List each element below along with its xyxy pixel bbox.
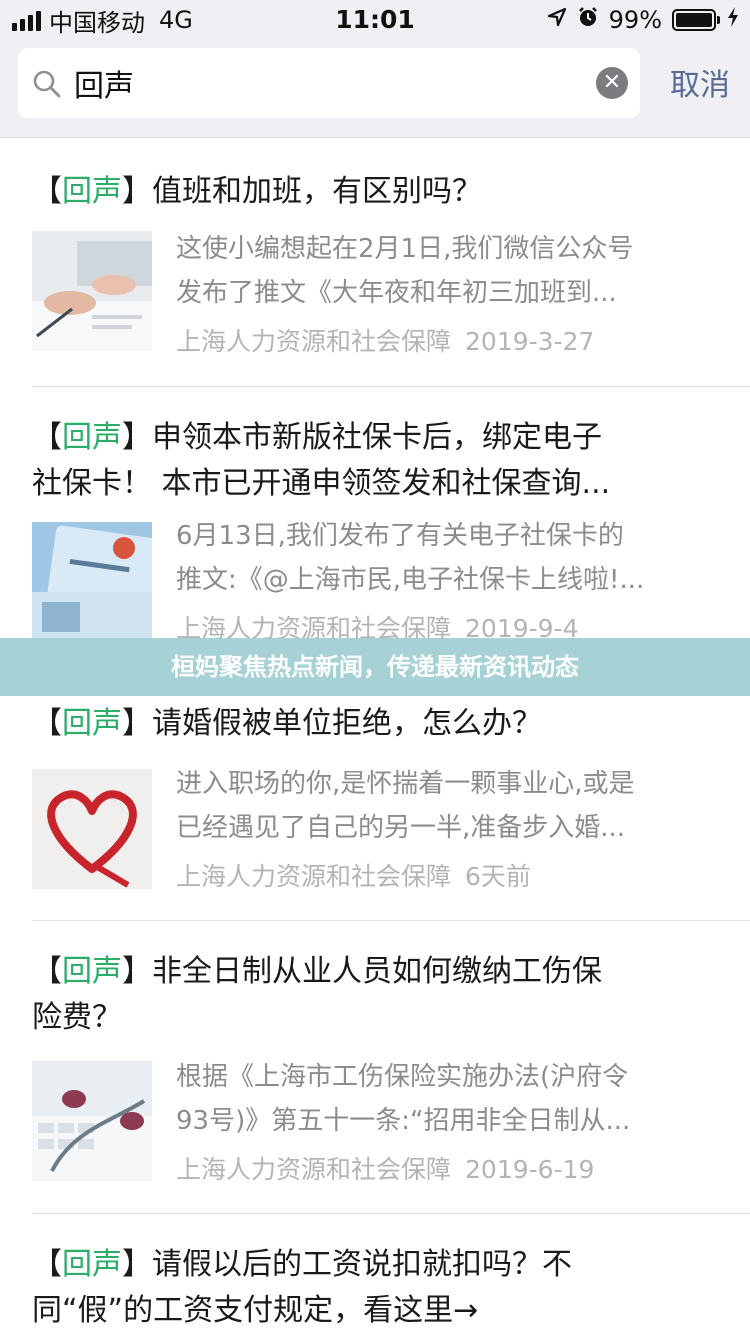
article-source: 上海人力资源和社会保障 <box>176 862 452 891</box>
search-input[interactable] <box>74 58 584 108</box>
overlay-banner: 桓妈聚焦热点新闻，传递最新资讯动态 <box>0 638 750 696</box>
article-title[interactable]: 【回声】非全日制从业人员如何缴纳工伤保 险费？ <box>32 949 722 1041</box>
article-summary: 根据《上海市工伤保险实施办法(沪府令 93号)》第五十一条:“招用非全日制从..… <box>176 1062 631 1136</box>
keyword-highlight: 回声 <box>62 420 122 455</box>
keyword-highlight: 回声 <box>62 954 122 989</box>
article-summary: 6月13日,我们发布了有关电子社保卡的 推文:《@上海市民,电子社保卡上线啦!.… <box>176 521 645 595</box>
article-meta: 上海人力资源和社会保障 2019-3-27 <box>176 322 594 358</box>
keyword-highlight: 回声 <box>62 706 122 741</box>
search-icon <box>32 69 62 99</box>
article-item[interactable]: 【回声】请假以后的工资说扣就扣吗？不 同“假”的工资支付规定，看这里→ <box>0 1214 750 1334</box>
article-thumbnail <box>32 231 152 351</box>
keyword-highlight: 回声 <box>62 174 122 209</box>
article-meta: 上海人力资源和社会保障 2019-6-19 <box>176 1150 594 1186</box>
status-right: 99% <box>547 6 740 34</box>
article-summary: 进入职场的你,是怀揣着一颗事业心,或是 已经遇见了自己的另一半,准备步入婚... <box>176 769 635 843</box>
article-source: 上海人力资源和社会保障 <box>176 327 452 356</box>
clear-icon[interactable]: ✕ <box>596 67 628 99</box>
article-title[interactable]: 【回声】请婚假被单位拒绝，怎么办？ <box>32 701 722 747</box>
article-summary: 这使小编想起在2月1日,我们微信公众号 发布了推文《大年夜和年初三加班到... <box>176 234 634 308</box>
article-title[interactable]: 【回声】请假以后的工资说扣就扣吗？不 同“假”的工资支付规定，看这里→ <box>32 1242 722 1334</box>
charging-icon <box>726 6 740 34</box>
article-date: 6天前 <box>465 862 531 891</box>
article-item[interactable]: 【回声】值班和加班，有区别吗？ 这使小编想起在2月1日,我们微信公众号 发布了推… <box>0 139 750 387</box>
article-item[interactable]: 【回声】申领本市新版社保卡后，绑定电子 社保卡！ 本市已开通申领签发和社保查询.… <box>0 387 750 673</box>
article-meta: 上海人力资源和社会保障 6天前 <box>176 857 531 893</box>
alarm-icon <box>577 6 599 34</box>
location-arrow-icon <box>547 7 567 33</box>
cancel-button[interactable]: 取消 <box>670 60 730 104</box>
article-thumbnail <box>32 522 152 642</box>
article-title[interactable]: 【回声】值班和加班，有区别吗？ <box>32 169 722 215</box>
article-thumbnail <box>32 1061 152 1181</box>
battery-level <box>676 13 712 27</box>
article-title[interactable]: 【回声】申领本市新版社保卡后，绑定电子 社保卡！ 本市已开通申领签发和社保查询.… <box>32 415 722 507</box>
search-results: 【回声】值班和加班，有区别吗？ 这使小编想起在2月1日,我们微信公众号 发布了推… <box>0 139 750 1334</box>
article-thumbnail <box>32 769 152 889</box>
article-item[interactable]: 【回声】非全日制从业人员如何缴纳工伤保 险费？ 根据《上海市工伤保险实施办法(沪… <box>0 921 750 1214</box>
status-bar: 中国移动 4G 11:01 99% <box>0 0 750 40</box>
keyword-highlight: 回声 <box>62 1247 122 1282</box>
battery-icon <box>672 9 720 31</box>
article-item[interactable]: 【回声】请婚假被单位拒绝，怎么办？ 进入职场的你,是怀揣着一颗事业心,或是 已经… <box>0 673 750 921</box>
article-date: 2019-6-19 <box>465 1155 595 1184</box>
search-header: ✕ 取消 <box>0 40 750 138</box>
battery-percent: 99% <box>608 6 662 34</box>
article-source: 上海人力资源和社会保障 <box>176 1155 452 1184</box>
search-box[interactable]: ✕ <box>18 48 640 118</box>
article-date: 2019-3-27 <box>465 327 595 356</box>
